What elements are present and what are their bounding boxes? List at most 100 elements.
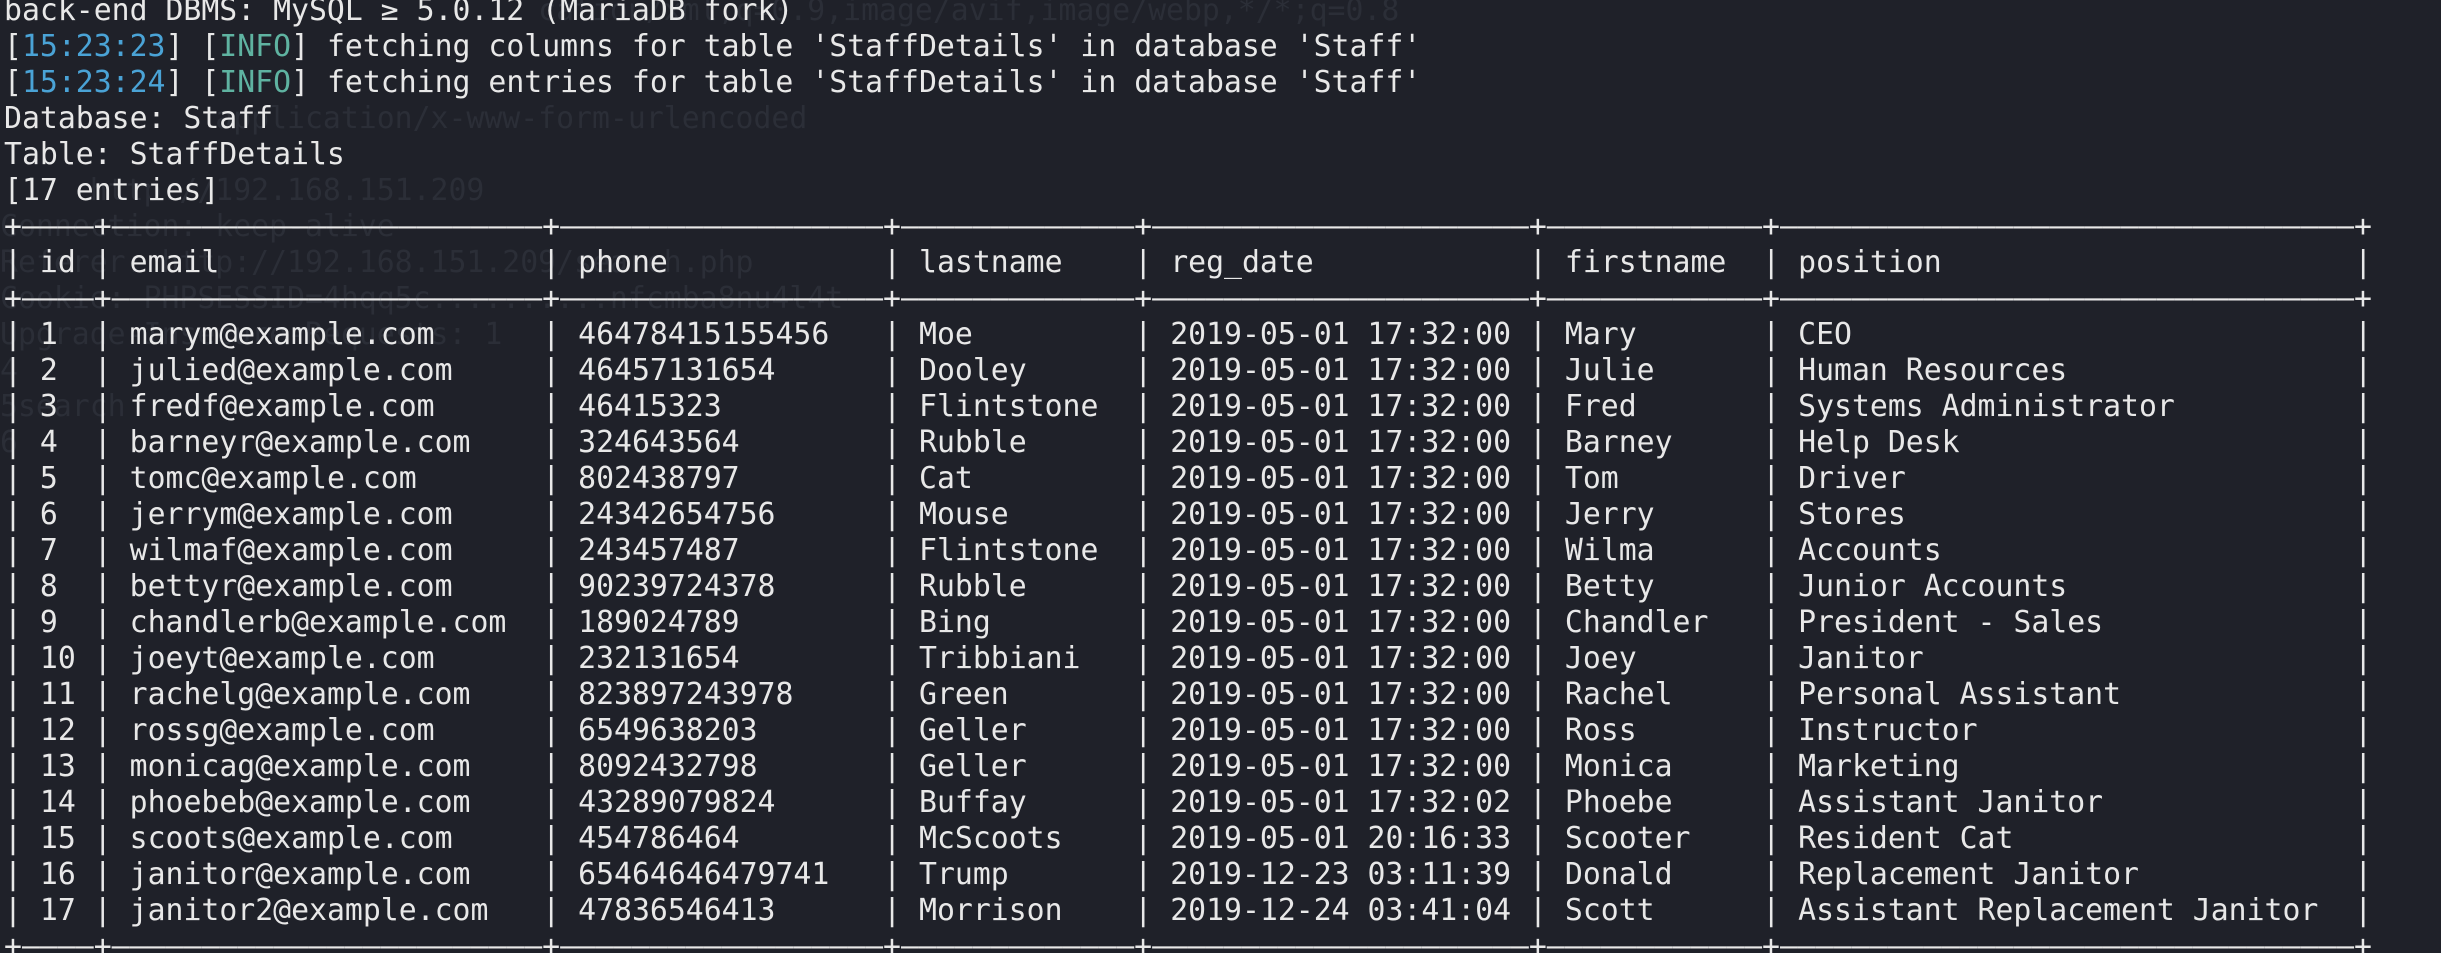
table-cell: Rachel [1564, 677, 1673, 712]
table-cell: 2019-05-01 17:32:00 [1170, 713, 1512, 748]
table-row: | 13 | monicag@example.com | 8092432798 … [4, 749, 2372, 785]
cell-separator: | [4, 749, 40, 784]
cell-separator: | [2354, 497, 2373, 532]
cell-padding [470, 425, 542, 460]
table-cell: barneyr@example.com [129, 425, 471, 460]
table-cell: joeyt@example.com [129, 641, 435, 676]
cell-separator: | [542, 389, 579, 424]
cell-padding [1009, 497, 1135, 532]
cell-separator: | [4, 461, 40, 496]
cell-padding [219, 245, 542, 280]
table-cell: Accounts [1798, 533, 1942, 568]
cell-separator: | [1529, 641, 1565, 676]
table-cell: Geller [919, 713, 1027, 748]
cell-separator: | [93, 641, 130, 676]
cell-separator: | [542, 677, 579, 712]
table-cell: Julie [1564, 353, 1655, 388]
cell-padding [740, 533, 884, 568]
cell-separator: | [1528, 713, 1565, 748]
cell-separator: | [1529, 533, 1565, 568]
cell-padding [58, 533, 94, 568]
cell-padding [1655, 893, 1763, 928]
table-cell: Mary [1564, 317, 1637, 352]
table-cell: 2019-05-01 17:32:00 [1170, 461, 1512, 496]
table-cell: 65464646479741 [578, 857, 830, 892]
table-cell: Tom [1564, 461, 1619, 496]
table-cell: 324643564 [578, 425, 740, 460]
cell-padding [1906, 461, 2354, 496]
cell-separator: | [1134, 821, 1171, 856]
cell-separator: | [1762, 893, 1799, 928]
table-cell: Help Desk [1798, 425, 1960, 460]
cell-separator: | [1134, 893, 1171, 928]
cell-separator: | [1134, 641, 1171, 676]
table-cell: Morrison [919, 893, 1063, 928]
cell-separator: | [883, 245, 920, 280]
cell-separator: | [542, 353, 579, 388]
cell-separator: | [2354, 893, 2373, 928]
cell-separator: | [883, 497, 920, 532]
table-cell: Moe [919, 317, 973, 352]
table-cell: 189024789 [578, 605, 740, 640]
table-cell: 2019-05-01 17:32:00 [1170, 317, 1512, 352]
cell-padding [1511, 497, 1529, 532]
column-header: email [129, 245, 220, 280]
terminal-window[interactable]: cation/xml;q=0.9,image/avif,image/webp,*… [0, 0, 2441, 953]
table-cell: 9 [39, 605, 58, 640]
cell-separator: | [1762, 533, 1799, 568]
cell-separator: | [1529, 569, 1565, 604]
table-cell: 46415323 [578, 389, 722, 424]
cell-padding [76, 713, 94, 748]
cell-padding [1511, 317, 1529, 352]
cell-separator: | [1528, 245, 1565, 280]
cell-padding [775, 785, 883, 820]
column-header: position [1798, 245, 1942, 280]
cell-padding [2121, 677, 2354, 712]
table-cell: Wilma [1564, 533, 1655, 568]
table-cell: Jerry [1564, 497, 1655, 532]
cell-padding [58, 605, 94, 640]
cell-padding [1511, 425, 1529, 460]
cell-padding [453, 533, 543, 568]
table-row: | 1 | marym@example.com | 46478415155456… [4, 317, 2372, 353]
cell-separator: | [542, 317, 579, 352]
cell-separator: | [1134, 749, 1171, 784]
cell-padding [58, 425, 94, 460]
table-row: | 17 | janitor2@example.com | 4783654641… [4, 893, 2372, 929]
table-row: | 14 | phoebeb@example.com | 43289079824… [4, 785, 2372, 821]
cell-padding [1511, 353, 1529, 388]
cell-separator: | [93, 461, 130, 496]
cell-padding [1655, 497, 1763, 532]
table-cell: Fred [1564, 389, 1637, 424]
cell-padding [1511, 389, 1529, 424]
cell-separator: | [2354, 425, 2373, 460]
table-cell: 2019-05-01 17:32:00 [1170, 641, 1512, 676]
cell-padding [1511, 785, 1529, 820]
table-cell: Janitor [1798, 641, 1924, 676]
cell-padding [1655, 353, 1763, 388]
table-cell: 2019-05-01 17:32:00 [1170, 389, 1512, 424]
cell-padding [1511, 749, 1529, 784]
table-cell: President - Sales [1798, 605, 2104, 640]
cell-separator: | [1529, 605, 1565, 640]
cell-separator: | [93, 605, 130, 640]
cell-padding [775, 353, 883, 388]
table-row: | 7 | wilmaf@example.com | 243457487 | F… [4, 533, 2372, 569]
cell-separator: | [93, 317, 130, 352]
table-cell: 454786464 [578, 821, 740, 856]
table-cell: 15 [39, 821, 76, 856]
cell-separator: | [4, 677, 40, 712]
cell-separator: | [542, 497, 579, 532]
table-cell: janitor@example.com [129, 857, 471, 892]
table-row: | 2 | julied@example.com | 46457131654 |… [4, 353, 2372, 389]
bracket: ] [ [165, 29, 220, 64]
cell-padding [775, 497, 883, 532]
table-cell: Scooter [1564, 821, 1691, 856]
cell-separator: | [883, 713, 919, 748]
table-cell: CEO [1798, 317, 1852, 352]
cell-padding [2318, 893, 2354, 928]
cell-separator: | [2354, 785, 2373, 820]
cell-padding [2103, 605, 2354, 640]
table-cell: 46478415155456 [578, 317, 830, 352]
table-line: Table: StaffDetails [4, 137, 345, 172]
